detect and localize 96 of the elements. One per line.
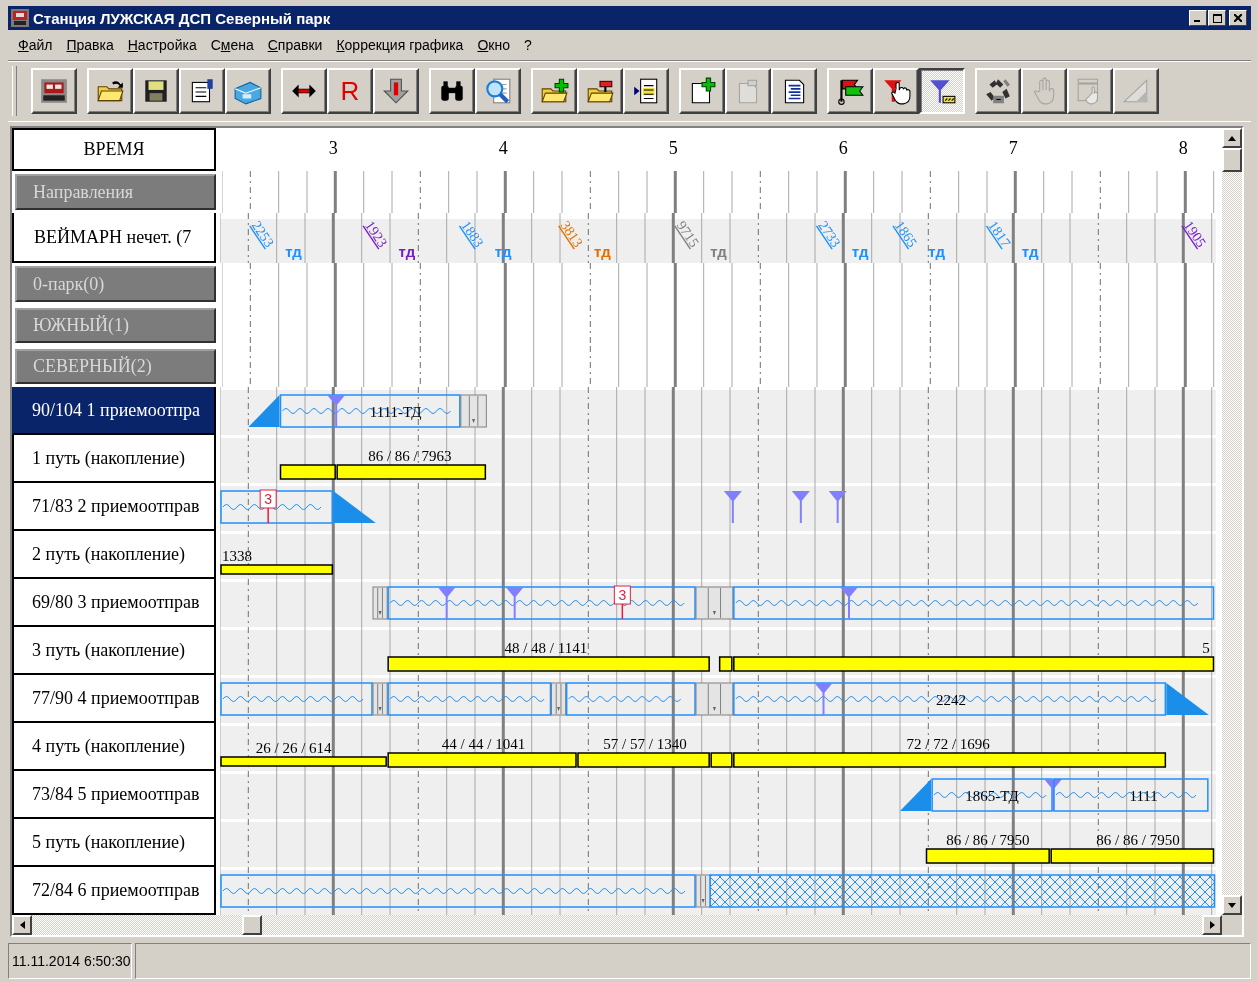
- train-label: 44 / 44 / 1041: [441, 736, 526, 752]
- row-label[interactable]: 72/84 6 приемоотправ: [12, 867, 216, 915]
- maximize-button[interactable]: [1208, 10, 1226, 26]
- marker-icon: [505, 587, 524, 620]
- scroll-up-button[interactable]: [1222, 128, 1242, 148]
- menu-item[interactable]: ?: [517, 35, 540, 55]
- train-icon: [39, 76, 69, 106]
- train-label: 57 / 57 / 1340: [603, 736, 687, 752]
- ramp-shape: [1166, 683, 1209, 715]
- row-label[interactable]: 71/83 2 приемоотправ: [12, 483, 216, 531]
- row-label[interactable]: 73/84 5 приемоотправ: [12, 771, 216, 819]
- marker-icon: [828, 491, 847, 524]
- left-arrow-icon: [19, 921, 25, 929]
- train-label: 48 / 48 / 1141: [504, 640, 588, 656]
- hour-label: 5: [668, 138, 678, 158]
- scrollbar-corner: [1222, 915, 1242, 935]
- menu-item[interactable]: Справки: [261, 35, 331, 55]
- recycle-icon: [983, 76, 1013, 106]
- menu-item[interactable]: Правка: [60, 35, 122, 55]
- marker-icon: [814, 683, 833, 716]
- search-icon: [483, 76, 513, 106]
- ramp-shape: [900, 779, 932, 811]
- vertical-scrollbar[interactable]: [1222, 128, 1242, 915]
- menu-item[interactable]: Файл: [12, 35, 61, 55]
- close-button[interactable]: [1229, 10, 1247, 26]
- marker-icon: [791, 491, 810, 524]
- scroll-down-button[interactable]: [1222, 895, 1242, 915]
- train-type: тд: [285, 243, 302, 260]
- toolbar-button[interactable]: [919, 68, 965, 114]
- ramp-shape: [333, 491, 376, 523]
- row-label[interactable]: 4 путь (накопление): [12, 723, 216, 771]
- train-type: тд: [851, 243, 869, 260]
- row-label[interactable]: 2 путь (накопление): [12, 531, 216, 579]
- app-icon: [11, 9, 29, 27]
- train-label: 1338: [222, 548, 252, 564]
- row-label[interactable]: 69/80 3 приемоотправ: [12, 579, 216, 627]
- scroll-thumb[interactable]: [1222, 148, 1242, 172]
- down-arrow-icon: [381, 76, 411, 106]
- marker-icon: [1044, 779, 1062, 812]
- menu-item[interactable]: Окно: [471, 35, 518, 55]
- marker-icon: [327, 395, 346, 428]
- down-arrow-icon: [1228, 902, 1236, 908]
- switch-block: [695, 874, 711, 908]
- switch-block: [372, 586, 388, 620]
- horizontal-scrollbar[interactable]: [12, 915, 1222, 935]
- row-label[interactable]: 1 путь (накопление): [12, 435, 216, 483]
- train-type: тд: [928, 243, 945, 260]
- switch-block: [460, 394, 487, 428]
- status-text: 11.11.2014 6:50:30: [8, 943, 132, 979]
- train-label: 26 / 26 / 614: [255, 740, 332, 756]
- row-label[interactable]: 90/104 1 приемоотпра: [12, 387, 216, 435]
- row-label[interactable]: ВЕЙМАРН нечет. (7: [12, 213, 216, 263]
- window-title: Станция ЛУЖСКАЯ ДСП Северный парк: [33, 9, 332, 27]
- row-label[interactable]: 77/90 4 приемоотправ: [12, 675, 216, 723]
- menu-item[interactable]: Настройка: [121, 35, 205, 55]
- switch-block: [551, 682, 567, 716]
- train-type: тд: [710, 243, 727, 260]
- switch-block: [695, 586, 734, 620]
- switch-block: [695, 682, 734, 716]
- ramp-shape: [248, 395, 280, 427]
- train-label: 1111-ТД: [369, 404, 422, 420]
- close-icon: [1234, 14, 1242, 22]
- hour-label: 7: [1008, 138, 1018, 158]
- maximize-icon: [1212, 13, 1222, 23]
- scroll-thumb[interactable]: [242, 915, 262, 935]
- train-label: 86 / 86 / 7950: [946, 832, 1030, 848]
- hour-label: 8: [1178, 138, 1188, 158]
- train-label: 86 / 86 / 7950: [1096, 832, 1180, 848]
- flag-marker: [259, 489, 277, 524]
- row-label[interactable]: 3 путь (накопление): [12, 627, 216, 675]
- scroll-right-button[interactable]: [1202, 915, 1222, 935]
- flag-label: 3: [264, 491, 273, 507]
- menu-item[interactable]: Коррекция графика: [330, 35, 472, 55]
- right-arrow-icon: [1209, 921, 1215, 929]
- flag-label: 3: [618, 587, 627, 603]
- hour-label: 3: [328, 138, 338, 158]
- row-label[interactable]: 5 путь (накопление): [12, 819, 216, 867]
- train-type: тд: [594, 243, 611, 260]
- up-arrow-icon: [1228, 135, 1236, 141]
- marker-icon: [437, 587, 456, 620]
- switch-block: [372, 682, 388, 716]
- flag-marker: [613, 585, 631, 620]
- train-type: тд: [398, 243, 416, 260]
- minimize-button[interactable]: [1189, 10, 1207, 26]
- column-header: ВРЕМЯ: [12, 128, 216, 171]
- menu-item[interactable]: Смена: [204, 35, 262, 55]
- train-type: тд: [494, 243, 512, 260]
- train-label: 72 / 72 / 1696: [906, 736, 990, 752]
- marker-icon: [723, 491, 742, 524]
- scroll-left-button[interactable]: [12, 915, 32, 935]
- train-type: тд: [1021, 243, 1039, 260]
- train-label: 5: [1202, 640, 1210, 656]
- train-label: 86 / 86 / 7963: [368, 448, 452, 464]
- hour-label: 6: [838, 138, 848, 158]
- hour-label: 4: [498, 138, 508, 158]
- marker-icon: [840, 587, 858, 620]
